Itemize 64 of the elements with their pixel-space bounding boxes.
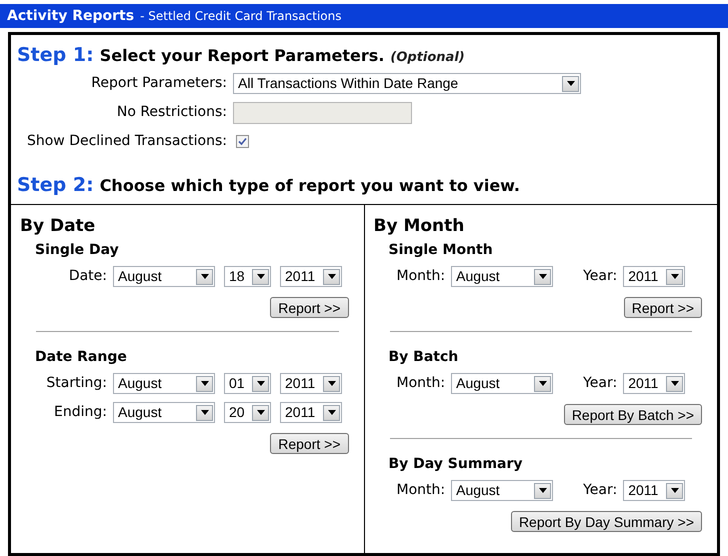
- dropdown[interactable]: August: [451, 373, 554, 394]
- report-button[interactable]: Report By Day Summary >>: [510, 511, 702, 532]
- dropdown[interactable]: 2011: [280, 402, 342, 423]
- field-label: Year:: [583, 374, 618, 393]
- dropdown[interactable]: August: [451, 266, 554, 287]
- step-number: Step 1:: [17, 43, 94, 68]
- caret-icon: [196, 268, 213, 284]
- caret-icon: [534, 482, 552, 498]
- optional-note: (Optional): [390, 49, 465, 67]
- report-button[interactable]: Report By Batch >>: [564, 404, 702, 425]
- field-label: Year:: [583, 481, 618, 500]
- dropdown[interactable]: 18: [224, 266, 271, 287]
- caret-icon: [196, 376, 213, 392]
- step-heading: Choose which type of report you want to view.: [100, 175, 520, 197]
- field-label: Month:: [396, 374, 446, 393]
- caret-icon: [534, 376, 552, 392]
- caret-icon: [323, 268, 340, 284]
- step-number: Step 2:: [17, 173, 94, 198]
- checkbox[interactable]: [236, 135, 249, 148]
- field-label: Ending:: [53, 403, 108, 422]
- caret-icon: [666, 482, 684, 498]
- caret-icon: [562, 76, 579, 92]
- caret-icon: [323, 376, 340, 392]
- dropdown[interactable]: August: [113, 373, 215, 394]
- column-title: By Month: [372, 215, 466, 238]
- field-label: Show Declined Transactions:: [26, 132, 228, 151]
- dropdown[interactable]: All Transactions Within Date Range: [233, 73, 581, 94]
- caret-icon: [534, 268, 552, 284]
- caret-icon: [196, 404, 213, 420]
- dropdown[interactable]: 2011: [280, 266, 342, 287]
- dropdown[interactable]: August: [451, 480, 554, 501]
- window-title: Activity Reports: [7, 6, 134, 26]
- dropdown[interactable]: 2011: [623, 480, 686, 501]
- report-button[interactable]: Report >>: [270, 297, 348, 318]
- dropdown[interactable]: 01: [224, 373, 271, 394]
- field-label: Month:: [396, 481, 446, 500]
- dropdown[interactable]: 2011: [280, 373, 342, 394]
- caret-icon: [252, 268, 269, 284]
- caret-icon: [323, 404, 340, 420]
- section-title: Single Month: [388, 241, 494, 260]
- report-button[interactable]: Report >>: [624, 297, 702, 318]
- section-title: By Batch: [388, 348, 460, 367]
- dropdown[interactable]: August: [113, 402, 215, 423]
- field-label: No Restrictions:: [116, 103, 228, 122]
- field-label: Month:: [396, 267, 446, 286]
- dropdown[interactable]: 2011: [623, 266, 686, 287]
- field-label: Report Parameters:: [90, 74, 228, 93]
- section-title: Date Range: [34, 348, 128, 367]
- caret-icon: [666, 376, 684, 392]
- dropdown[interactable]: 2011: [623, 373, 686, 394]
- caret-icon: [252, 376, 269, 392]
- caret-icon: [666, 268, 684, 284]
- field-label: Starting:: [45, 374, 108, 393]
- window-subtitle: - Settled Credit Card Transactions: [140, 8, 342, 25]
- dropdown[interactable]: 20: [224, 402, 271, 423]
- field-label: Date:: [68, 267, 108, 286]
- dropdown[interactable]: August: [113, 266, 215, 287]
- column-title: By Date: [19, 215, 96, 238]
- report-button[interactable]: Report >>: [270, 433, 348, 454]
- step-heading: Select your Report Parameters.: [100, 45, 384, 67]
- field-label: Year:: [583, 267, 618, 286]
- caret-icon: [252, 404, 269, 420]
- section-title: By Day Summary: [388, 455, 524, 474]
- section-title: Single Day: [34, 241, 120, 260]
